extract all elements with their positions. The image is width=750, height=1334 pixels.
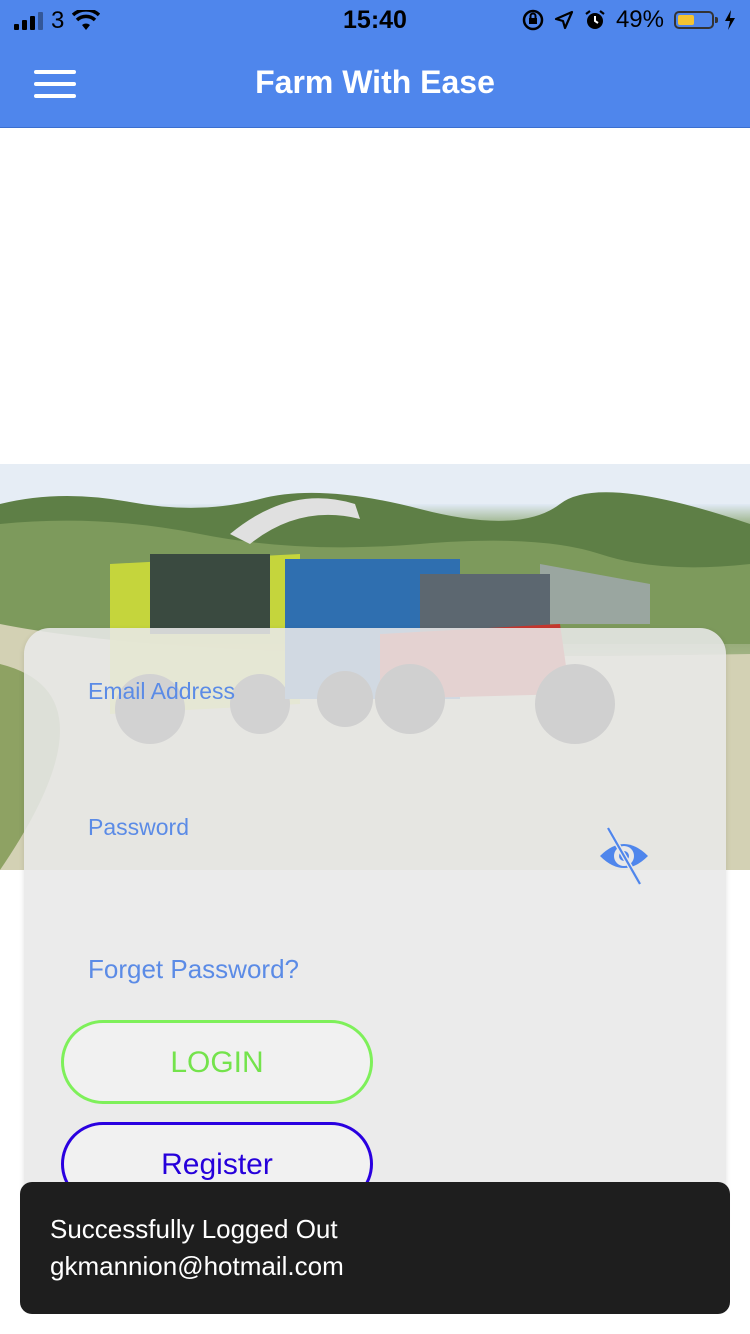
password-input[interactable]: Password bbox=[88, 804, 588, 884]
page-title: Farm With Ease bbox=[255, 64, 495, 100]
email-placeholder: Email Address bbox=[88, 678, 236, 704]
toast-message: Successfully Logged Out gkmannion@hotmai… bbox=[20, 1182, 730, 1314]
forgot-password-link[interactable]: Forget Password? bbox=[88, 954, 299, 985]
alarm-icon bbox=[585, 10, 605, 29]
password-placeholder: Password bbox=[88, 814, 189, 840]
login-button[interactable]: LOGIN bbox=[61, 1020, 373, 1104]
status-right: 49% bbox=[522, 6, 736, 34]
battery-icon bbox=[674, 11, 718, 29]
login-card: Email Address Password Forget Password? … bbox=[24, 628, 726, 1246]
battery-fill bbox=[678, 15, 694, 25]
battery-percent: 49% bbox=[615, 6, 664, 33]
location-icon bbox=[554, 10, 574, 30]
email-input[interactable]: Email Address bbox=[88, 668, 658, 748]
toast-line-1: Successfully Logged Out bbox=[50, 1214, 338, 1244]
eye-off-icon[interactable] bbox=[598, 826, 650, 886]
toast-line-2: gkmannion@hotmail.com bbox=[50, 1251, 344, 1281]
orientation-lock-icon bbox=[522, 9, 544, 31]
app-header: Farm With Ease bbox=[0, 40, 750, 128]
status-bar: 3 15:40 49% bbox=[0, 0, 750, 40]
charging-icon bbox=[725, 10, 735, 30]
